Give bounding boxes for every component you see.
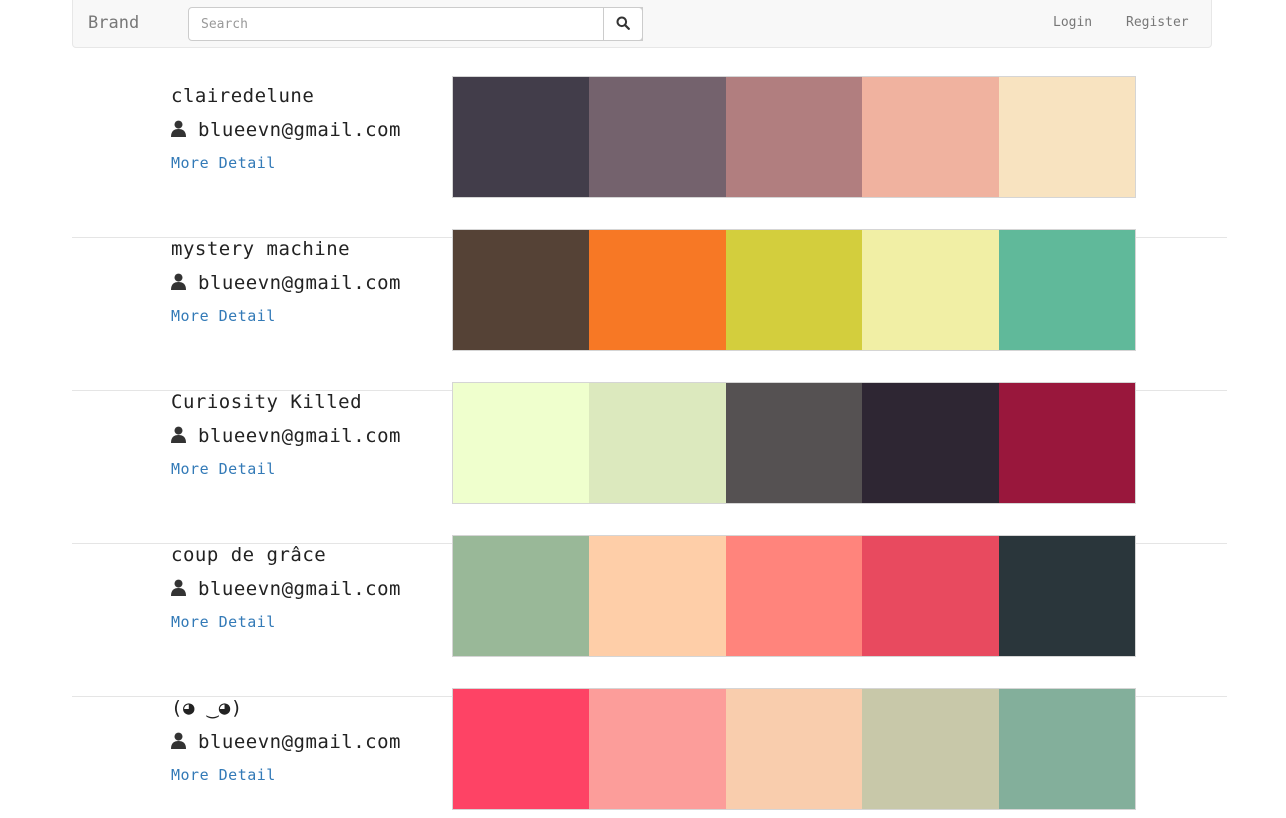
more-detail-link[interactable]: More Detail	[171, 613, 276, 631]
login-link[interactable]: Login	[1053, 15, 1092, 30]
color-palette[interactable]	[452, 535, 1136, 657]
color-swatch-5[interactable]	[998, 689, 1136, 809]
color-swatch-1[interactable]	[453, 536, 590, 656]
color-swatch-5[interactable]	[998, 536, 1136, 656]
more-detail-link[interactable]: More Detail	[171, 766, 276, 784]
palette-title: (◕ ‿◕)	[171, 697, 243, 719]
palette-row: clairedelune blueevn@gmail.com More Deta…	[72, 76, 1227, 238]
color-swatch-5[interactable]	[998, 230, 1136, 350]
palette-row: coup de grâce blueevn@gmail.com More Det…	[72, 535, 1227, 697]
color-swatch-2[interactable]	[589, 536, 726, 656]
palette-author: blueevn@gmail.com	[171, 119, 401, 141]
color-swatch-3[interactable]	[725, 230, 863, 350]
color-swatch-4[interactable]	[862, 536, 999, 656]
color-swatch-2[interactable]	[589, 230, 726, 350]
search-input[interactable]	[188, 7, 643, 41]
user-icon	[171, 273, 186, 294]
color-swatch-5[interactable]	[998, 77, 1136, 197]
user-icon	[171, 426, 186, 447]
color-swatch-1[interactable]	[453, 77, 590, 197]
navbar: Brand Login Register	[72, 0, 1212, 48]
color-swatch-3[interactable]	[725, 383, 863, 503]
color-swatch-5[interactable]	[998, 383, 1136, 503]
color-swatch-2[interactable]	[589, 77, 726, 197]
color-palette[interactable]	[452, 688, 1136, 810]
palette-row: Curiosity Killed blueevn@gmail.com More …	[72, 382, 1227, 544]
palette-author: blueevn@gmail.com	[171, 578, 401, 600]
color-swatch-4[interactable]	[862, 77, 999, 197]
more-detail-link[interactable]: More Detail	[171, 307, 276, 325]
color-swatch-4[interactable]	[862, 689, 999, 809]
author-email: blueevn@gmail.com	[198, 425, 401, 447]
brand-logo[interactable]: Brand	[88, 13, 139, 33]
color-swatch-1[interactable]	[453, 383, 590, 503]
color-palette[interactable]	[452, 76, 1136, 198]
color-swatch-4[interactable]	[862, 230, 999, 350]
palette-row: (◕ ‿◕) blueevn@gmail.com More Detail	[72, 688, 1227, 818]
search-icon	[616, 16, 630, 33]
palette-row: mystery machine blueevn@gmail.com More D…	[72, 229, 1227, 391]
author-email: blueevn@gmail.com	[198, 119, 401, 141]
color-swatch-4[interactable]	[862, 383, 999, 503]
palette-author: blueevn@gmail.com	[171, 425, 401, 447]
palette-title: clairedelune	[171, 85, 315, 107]
palette-title: Curiosity Killed	[171, 391, 363, 413]
user-icon	[171, 120, 186, 141]
color-palette[interactable]	[452, 229, 1136, 351]
palette-title: mystery machine	[171, 238, 351, 260]
color-swatch-1[interactable]	[453, 689, 590, 809]
color-swatch-3[interactable]	[725, 689, 863, 809]
palette-author: blueevn@gmail.com	[171, 731, 401, 753]
author-email: blueevn@gmail.com	[198, 272, 401, 294]
search-button[interactable]	[603, 7, 643, 41]
palette-title: coup de grâce	[171, 544, 327, 566]
more-detail-link[interactable]: More Detail	[171, 154, 276, 172]
color-palette[interactable]	[452, 382, 1136, 504]
author-email: blueevn@gmail.com	[198, 578, 401, 600]
color-swatch-3[interactable]	[725, 536, 863, 656]
color-swatch-2[interactable]	[589, 383, 726, 503]
register-link[interactable]: Register	[1126, 15, 1189, 30]
user-icon	[171, 579, 186, 600]
more-detail-link[interactable]: More Detail	[171, 460, 276, 478]
user-icon	[171, 732, 186, 753]
color-swatch-3[interactable]	[725, 77, 863, 197]
color-swatch-2[interactable]	[589, 689, 726, 809]
palette-author: blueevn@gmail.com	[171, 272, 401, 294]
color-swatch-1[interactable]	[453, 230, 590, 350]
author-email: blueevn@gmail.com	[198, 731, 401, 753]
